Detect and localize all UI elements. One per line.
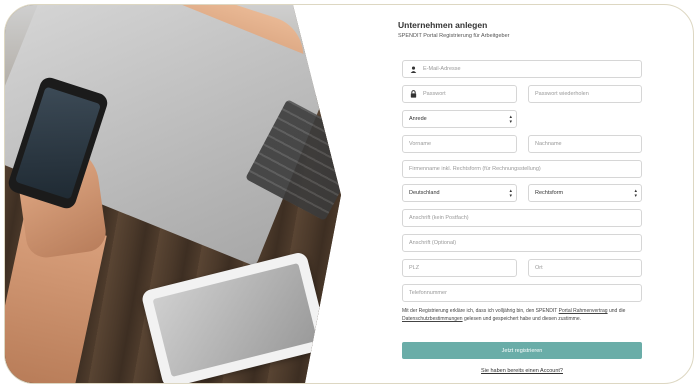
city-field[interactable]: Ort <box>528 259 642 277</box>
user-icon <box>409 66 417 73</box>
email-field[interactable]: E-Mail-Adresse <box>402 60 642 78</box>
company-field[interactable]: Firmenname inkl. Rechtsform (für Rechnun… <box>402 160 642 178</box>
registration-header: Unternehmen anlegen SPENDIT Portal Regis… <box>398 20 644 39</box>
updown-arrows-icon: ▴ ▾ <box>509 188 512 199</box>
country-select[interactable]: Deutschland ▴ ▾ <box>402 184 517 202</box>
updown-arrows-icon: ▴ ▾ <box>509 114 512 125</box>
register-button[interactable]: Jetzt registrieren <box>402 342 642 359</box>
password-field[interactable]: Passwort <box>402 85 517 103</box>
lock-icon <box>409 90 417 98</box>
salutation-select[interactable]: Anrede ▴ ▾ <box>402 110 517 128</box>
address-field[interactable]: Anschrift (kein Postfach) <box>402 209 642 227</box>
hero-photo <box>5 5 341 383</box>
page-title: Unternehmen anlegen <box>398 20 488 30</box>
zip-field[interactable]: PLZ <box>402 259 517 277</box>
updown-arrows-icon: ▴ ▾ <box>634 188 637 199</box>
privacy-link[interactable]: Datenschutzbestimmungen <box>402 316 463 322</box>
lastname-field[interactable]: Nachname <box>528 135 642 153</box>
login-link[interactable]: Sie haben bereits einen Account? <box>402 368 642 374</box>
address2-field[interactable]: Anschrift (Optional) <box>402 234 642 252</box>
contract-link[interactable]: Portal Rahmenvertrag <box>559 308 608 314</box>
page-subtitle: SPENDIT Portal Registrierung für Arbeitg… <box>398 33 510 39</box>
password-repeat-field[interactable]: Passwort wiederholen <box>528 85 642 103</box>
phone-field[interactable]: Telefonnummer <box>402 284 642 302</box>
firstname-field[interactable]: Vorname <box>402 135 517 153</box>
legalform-select[interactable]: Rechtsform ▴ ▾ <box>528 184 642 202</box>
legal-notice: Mit der Registrierung erkläre ich, dass … <box>402 308 626 322</box>
